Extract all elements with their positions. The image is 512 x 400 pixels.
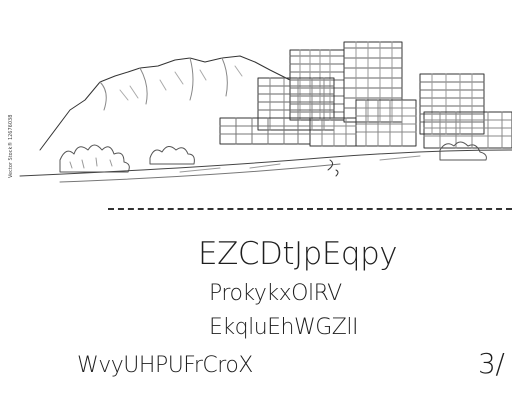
city-skyline-illustration	[19, 41, 512, 183]
building-low-1	[219, 117, 311, 145]
building-low-2	[355, 99, 417, 147]
building-low-4	[423, 111, 512, 149]
document-page: Vector Stock® 12676038 EZCDtJpEqpy Proky…	[0, 0, 512, 400]
building-tower-2	[343, 41, 403, 123]
text-line-2: EkqluEhWGZlI	[209, 315, 358, 340]
text-line-3: WvyUHPUFrCroX	[77, 353, 253, 378]
text-line-1: ProkykxOlRV	[209, 281, 342, 306]
building-right-tower	[419, 73, 485, 135]
document-title: EZCDtJpEqpy	[198, 236, 398, 272]
image-credit: Vector Stock® 12676038	[6, 115, 16, 178]
credit-text: Vector Stock® 12676038	[8, 114, 14, 178]
road	[19, 149, 512, 177]
trees-left	[59, 144, 130, 173]
dashed-divider	[108, 208, 512, 210]
page-number: 3/	[478, 347, 505, 380]
mountain-ridge	[99, 57, 228, 111]
trees-mid	[149, 146, 195, 165]
